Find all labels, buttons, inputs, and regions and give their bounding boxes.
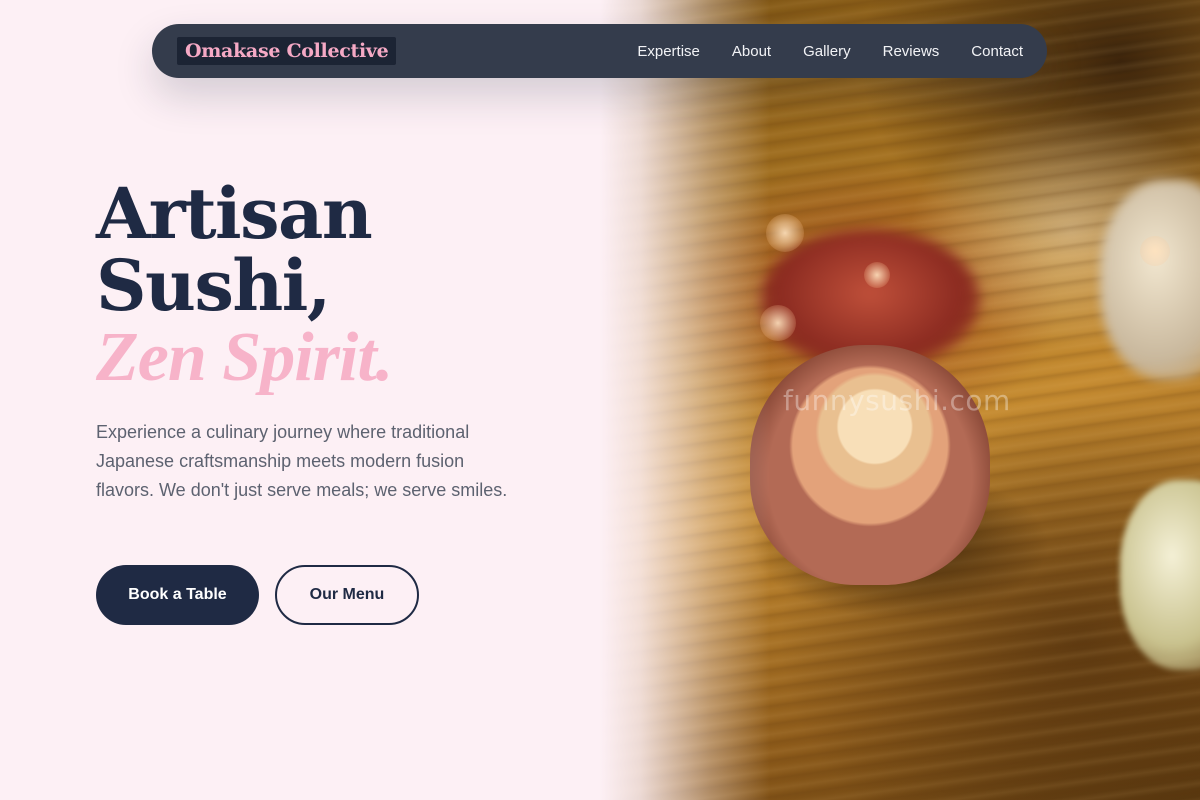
nav-links: Expertise About Gallery Reviews Contact bbox=[637, 43, 1023, 60]
headline-line-1: Artisan bbox=[96, 172, 373, 255]
nav-link-about[interactable]: About bbox=[732, 43, 771, 60]
book-table-button[interactable]: Book a Table bbox=[96, 565, 259, 625]
our-menu-button[interactable]: Our Menu bbox=[275, 565, 419, 625]
nav-link-gallery[interactable]: Gallery bbox=[803, 43, 851, 60]
hero-headline: Artisan Sushi, Zen Spirit. bbox=[96, 172, 393, 396]
nav-link-reviews[interactable]: Reviews bbox=[883, 43, 940, 60]
hero-image: funnysushi.com bbox=[600, 0, 1200, 800]
headline-line-2: Sushi, bbox=[96, 244, 331, 327]
hero-description: Experience a culinary journey where trad… bbox=[96, 422, 508, 500]
nav-link-expertise[interactable]: Expertise bbox=[637, 43, 700, 60]
headline-accent: Zen Spirit. bbox=[96, 319, 393, 396]
navbar: Omakase Collective Expertise About Galle… bbox=[152, 24, 1047, 78]
nav-link-contact[interactable]: Contact bbox=[971, 43, 1023, 60]
brand-logo[interactable]: Omakase Collective bbox=[177, 37, 397, 65]
image-watermark: funnysushi.com bbox=[783, 384, 1011, 417]
